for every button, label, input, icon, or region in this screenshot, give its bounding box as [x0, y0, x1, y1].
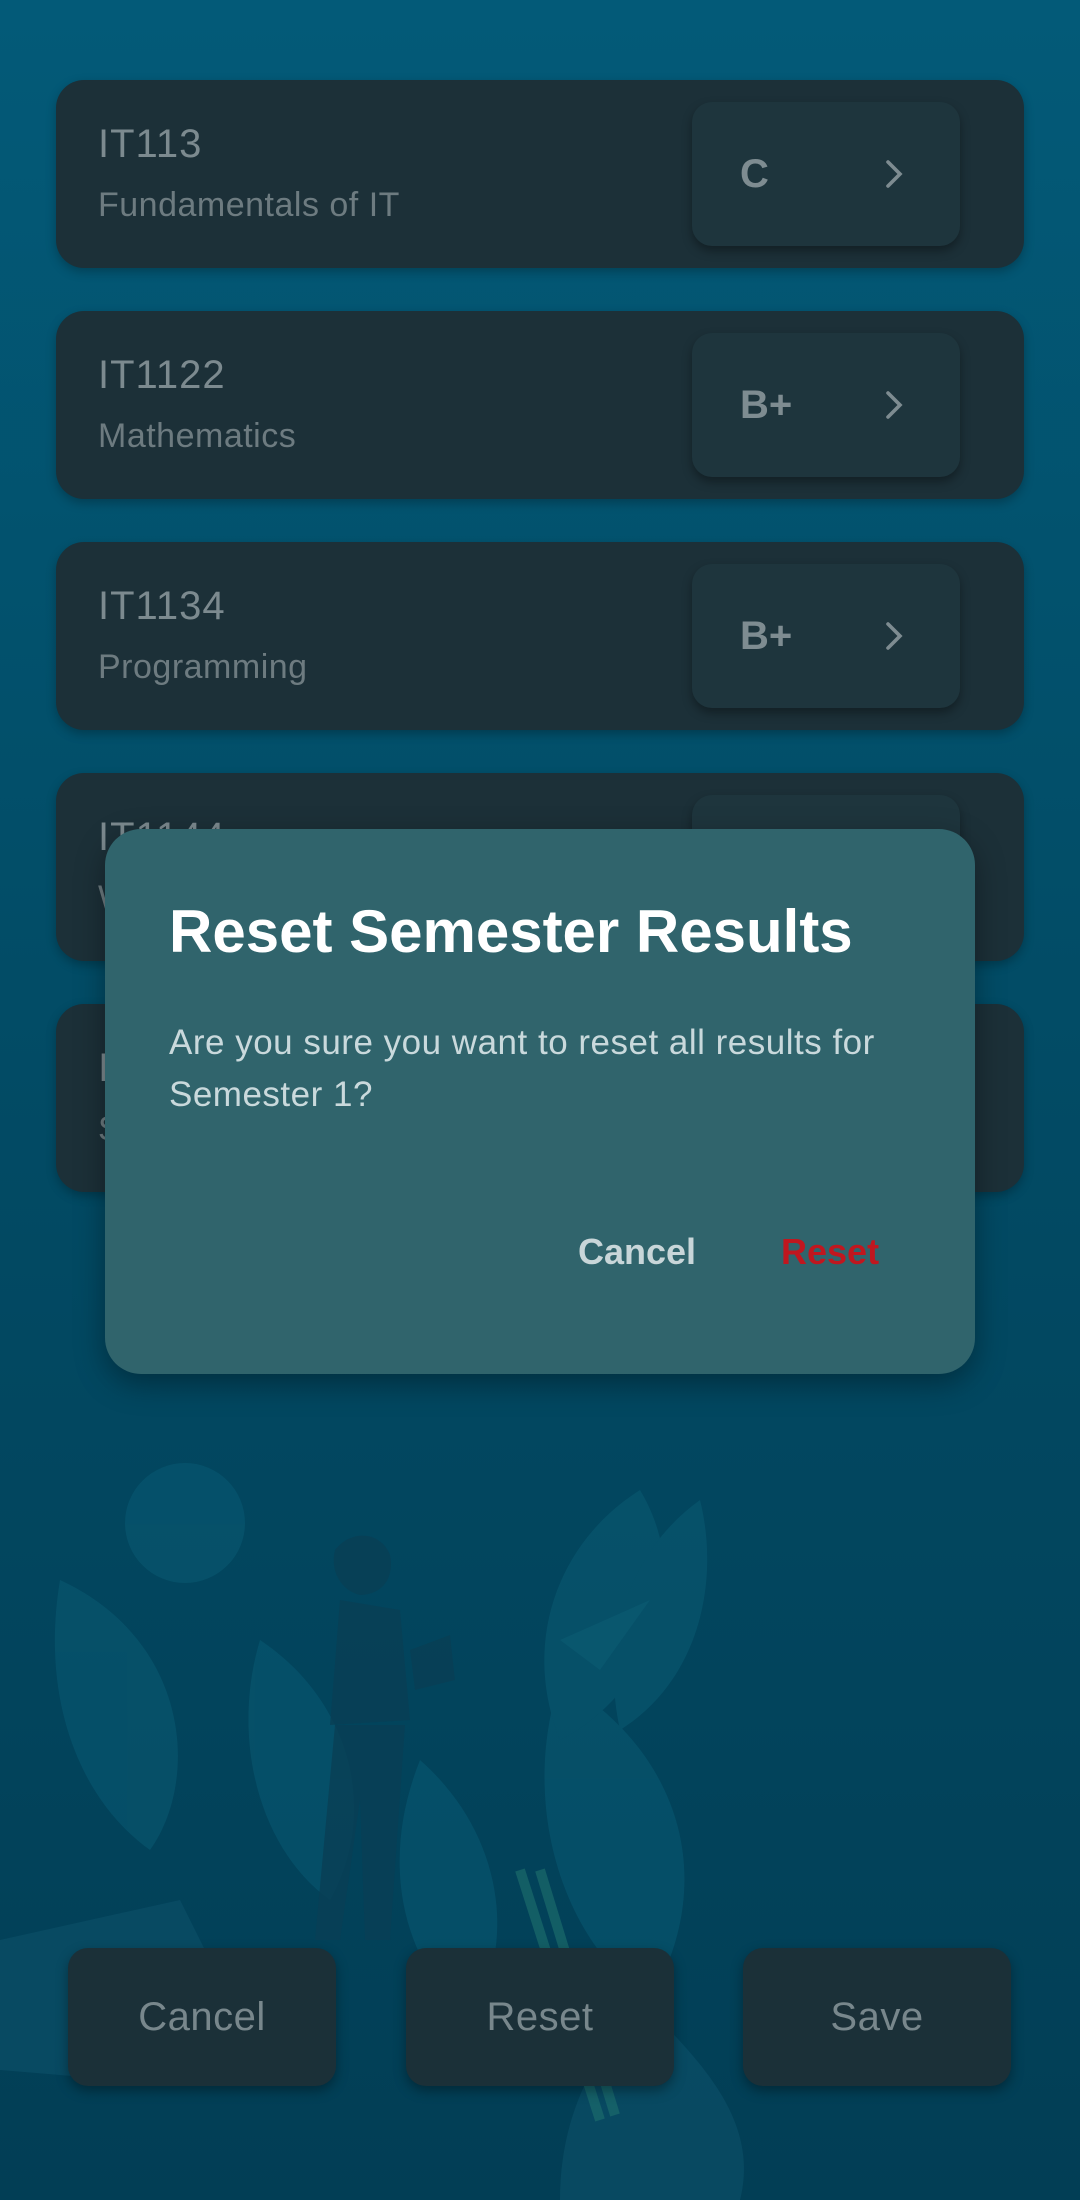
save-button[interactable]: Save: [743, 1948, 1011, 2086]
course-code: IT113: [98, 122, 203, 166]
course-code: IT1122: [98, 353, 226, 397]
grade-value: C: [740, 152, 769, 196]
course-card: IT1122 Mathematics B+: [56, 311, 1024, 499]
course-card: IT1134 Programming B+: [56, 542, 1024, 730]
chevron-right-icon: [886, 622, 903, 650]
course-name: Programming: [98, 648, 308, 686]
course-code: IT1134: [98, 584, 226, 628]
grade-selector[interactable]: C: [692, 102, 960, 246]
grade-value: B+: [740, 614, 793, 658]
course-name: Fundamentals of IT: [98, 186, 400, 224]
grade-selector[interactable]: B+: [692, 333, 960, 477]
chevron-right-icon: [886, 160, 903, 188]
reset-button[interactable]: Reset: [406, 1948, 674, 2086]
chevron-right-icon: [886, 391, 903, 419]
grade-value: B+: [740, 383, 793, 427]
dialog-reset-button[interactable]: Reset: [771, 1225, 889, 1279]
dialog-title: Reset Semester Results: [169, 898, 853, 965]
reset-confirm-dialog: Reset Semester Results Are you sure you …: [105, 829, 975, 1374]
dialog-cancel-button[interactable]: Cancel: [568, 1225, 706, 1279]
course-name: Mathematics: [98, 417, 297, 455]
dialog-message: Are you sure you want to reset all resul…: [169, 1023, 875, 1114]
grade-selector[interactable]: B+: [692, 564, 960, 708]
cancel-button[interactable]: Cancel: [68, 1948, 336, 2086]
course-card: IT113 Fundamentals of IT C: [56, 80, 1024, 268]
